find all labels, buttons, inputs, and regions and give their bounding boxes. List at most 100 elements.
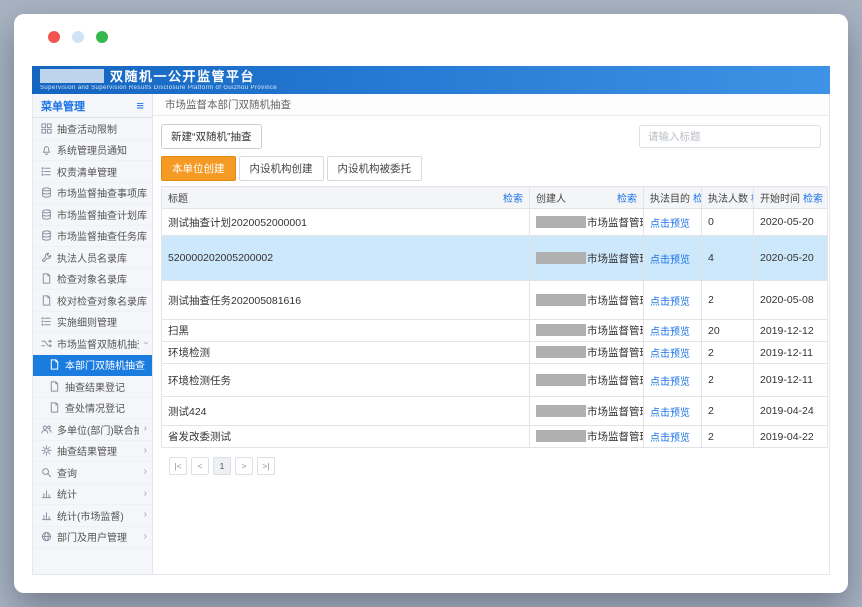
row-officer-count: 2: [702, 364, 754, 397]
preview-link[interactable]: 点击预览: [650, 327, 690, 338]
row-officer-count: 2: [702, 281, 754, 320]
preview-link[interactable]: 点击预览: [650, 408, 690, 419]
search-filter-link[interactable]: 检索: [803, 190, 823, 205]
sidebar-item-label: 市场监督抽查计划库: [57, 207, 147, 222]
sidebar-item-investigation-register[interactable]: 查处情况登记: [33, 398, 152, 420]
sidebar-item-activity-limit[interactable]: 抽查活动限制: [33, 118, 152, 140]
redacted-text: [536, 374, 586, 386]
close-window-button[interactable]: [48, 31, 60, 43]
sidebar-item-joint-inspection[interactable]: 多单位(部门)联合抽查 ›: [33, 419, 152, 441]
table-row[interactable]: 扫黑 市场监督管理局 点击预览 20 2019-12-12: [162, 320, 828, 342]
row-title: 测试抽查计划2020052000001: [162, 209, 530, 236]
column-label: 执法人数: [708, 190, 748, 205]
row-start-date: 2019-12-12: [754, 320, 828, 342]
redacted-text: [536, 324, 586, 336]
row-start-date: 2019-04-22: [754, 426, 828, 448]
sidebar-item-label: 权责清单管理: [57, 164, 147, 179]
tab-own-unit-created[interactable]: 本单位创建: [161, 156, 236, 181]
sidebar-item-own-dept-double-random[interactable]: 本部门双随机抽查: [33, 355, 152, 377]
title-search-input[interactable]: [639, 125, 821, 148]
chevron-right-icon: ›: [144, 424, 147, 434]
sidebar-item-label: 统计(市场监督): [57, 508, 139, 523]
database-icon: [41, 209, 52, 220]
search-filter-link[interactable]: 检索: [693, 190, 702, 205]
bar-chart-icon: [41, 510, 52, 521]
sidebar-item-inspection-items-db[interactable]: 市场监督抽查事项库: [33, 183, 152, 205]
redacted-text: [536, 346, 586, 358]
search-filter-link[interactable]: 检索: [503, 190, 523, 205]
sidebar-item-statistics-market[interactable]: 统计(市场监督) ›: [33, 505, 152, 527]
sidebar-item-label: 检查对象名录库: [57, 271, 147, 286]
sidebar-item-enforcers-roster[interactable]: 执法人员名录库: [33, 247, 152, 269]
table-row[interactable]: 环境检测 市场监督管理局 点击预览 2 2019-12-11: [162, 342, 828, 364]
sidebar-item-label: 查询: [57, 465, 139, 480]
chevron-right-icon: ›: [144, 532, 147, 542]
window-titlebar: [14, 14, 848, 60]
main-content: 市场监督本部门双随机抽查 新建“双随机”抽查 本单位创建 内设机构创建 内设机构…: [153, 94, 829, 574]
preview-link[interactable]: 点击预览: [650, 433, 690, 444]
redacted-text: [536, 294, 586, 306]
preview-link[interactable]: 点击预览: [650, 219, 690, 230]
row-start-date: 2020-05-20: [754, 236, 828, 281]
sidebar-item-admin-notice[interactable]: 系统管理员通知: [33, 140, 152, 162]
sidebar-item-inspection-plans-db[interactable]: 市场监督抽查计划库: [33, 204, 152, 226]
table-row[interactable]: 环境检测任务 市场监督管理局 点击预览 2 2019-12-11: [162, 364, 828, 397]
minimize-window-button[interactable]: [72, 31, 84, 43]
document-icon: [41, 295, 52, 306]
chevron-right-icon: ›: [144, 467, 147, 477]
preview-link[interactable]: 点击预览: [650, 349, 690, 360]
preview-link[interactable]: 点击预览: [650, 297, 690, 308]
sidebar-item-targets-check-roster[interactable]: 校对检查对象名录库: [33, 290, 152, 312]
tab-internal-org-created[interactable]: 内设机构创建: [239, 156, 324, 181]
sidebar-item-query[interactable]: 查询 ›: [33, 462, 152, 484]
maximize-window-button[interactable]: [96, 31, 108, 43]
pagination-next-button[interactable]: >: [235, 457, 253, 475]
sidebar-item-result-register[interactable]: 抽查结果登记: [33, 376, 152, 398]
sidebar-item-targets-roster[interactable]: 检查对象名录库: [33, 269, 152, 291]
row-start-date: 2020-05-08: [754, 281, 828, 320]
gear-icon: [41, 445, 52, 456]
app-header: 双随机一公开监管平台 Supervision and Supervision R…: [32, 66, 830, 94]
sidebar-item-rules-mgmt[interactable]: 实施细则管理: [33, 312, 152, 334]
sidebar-item-label: 多单位(部门)联合抽查: [57, 422, 139, 437]
sidebar-item-label: 校对检查对象名录库: [57, 293, 147, 308]
table-row[interactable]: 省发改委测试 市场监督管理局 点击预览 2 2019-04-22: [162, 426, 828, 448]
sidebar-title: 菜单管理: [41, 98, 85, 114]
table-row[interactable]: 测试抽查计划2020052000001 市场监督管理局 点击预览 0 2020-…: [162, 209, 828, 236]
sidebar-item-label: 本部门双随机抽查: [65, 357, 147, 372]
redacted-text: [536, 430, 586, 442]
row-creator: 市场监督管理局: [530, 342, 644, 364]
row-title: 520000202005200002: [162, 236, 530, 281]
document-icon: [49, 381, 60, 392]
pagination-last-button[interactable]: >|: [257, 457, 275, 475]
pagination-first-button[interactable]: |<: [169, 457, 187, 475]
sidebar-item-result-mgmt[interactable]: 抽查结果管理 ›: [33, 441, 152, 463]
row-officer-count: 2: [702, 426, 754, 448]
row-title: 测试424: [162, 397, 530, 426]
pagination-current-page[interactable]: 1: [213, 457, 231, 475]
sidebar: 菜单管理 ≡ 抽查活动限制 系统管理员通知 权责清单管理 市场监督: [33, 94, 153, 574]
sidebar-item-duty-list-mgmt[interactable]: 权责清单管理: [33, 161, 152, 183]
table-row[interactable]: 测试424 市场监督管理局 点击预览 2 2019-04-24: [162, 397, 828, 426]
search-filter-link[interactable]: 检索: [617, 190, 637, 205]
sidebar-item-dept-user-mgmt[interactable]: 部门及用户管理 ›: [33, 527, 152, 549]
pagination-prev-button[interactable]: <: [191, 457, 209, 475]
preview-link[interactable]: 点击预览: [650, 255, 690, 266]
chevron-down-icon: ›: [140, 342, 150, 345]
app-frame: 双随机一公开监管平台 Supervision and Supervision R…: [32, 66, 830, 575]
sidebar-item-statistics[interactable]: 统计 ›: [33, 484, 152, 506]
column-header-start-date: 开始时间 检索: [754, 187, 828, 209]
column-header-creator: 创建人 检索: [530, 187, 644, 209]
globe-icon: [41, 531, 52, 542]
row-officer-count: 0: [702, 209, 754, 236]
new-inspection-button[interactable]: 新建“双随机”抽查: [161, 124, 262, 149]
bell-icon: [41, 144, 52, 155]
sidebar-item-inspection-tasks-db[interactable]: 市场监督抽查任务库: [33, 226, 152, 248]
table-row-selected[interactable]: 520000202005200002 市场监督管理局 点击预览 4 2020-0…: [162, 236, 828, 281]
row-officer-count: 4: [702, 236, 754, 281]
preview-link[interactable]: 点击预览: [650, 377, 690, 388]
hamburger-menu-icon[interactable]: ≡: [136, 98, 144, 113]
tab-internal-org-delegated[interactable]: 内设机构被委托: [327, 156, 423, 181]
sidebar-item-double-random-group[interactable]: 市场监督双随机抽查 ›: [33, 333, 152, 355]
table-row[interactable]: 测试抽查任务202005081616 市场监督管理局 点击预览 2 2020-0…: [162, 281, 828, 320]
